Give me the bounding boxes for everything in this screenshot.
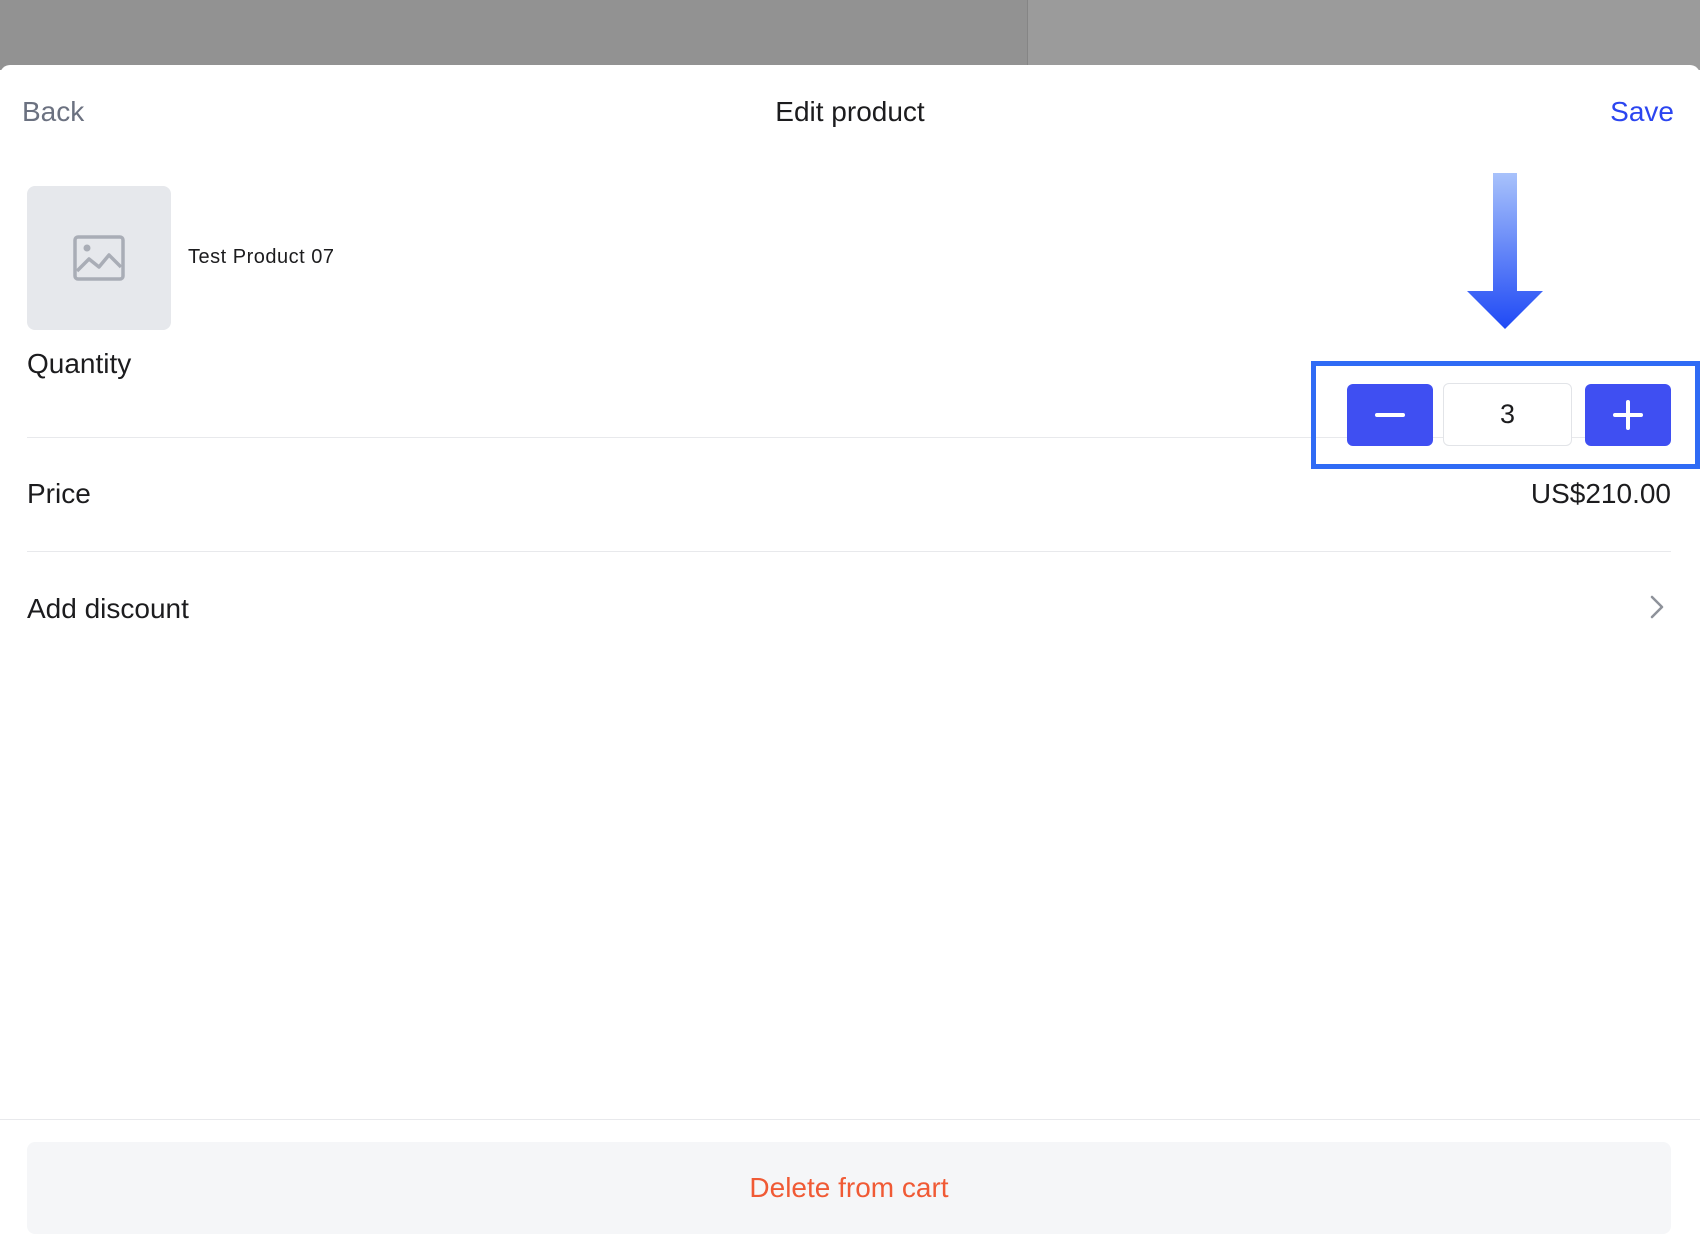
- increment-button[interactable]: [1585, 384, 1671, 446]
- price-row: Price US$210.00: [27, 438, 1671, 552]
- chevron-right-icon: [1650, 595, 1664, 619]
- save-button[interactable]: Save: [1610, 96, 1674, 128]
- minus-icon: [1375, 413, 1405, 417]
- delete-from-cart-label: Delete from cart: [749, 1172, 949, 1203]
- image-placeholder-icon: [73, 235, 125, 281]
- nav-bar: Back Edit product Save: [0, 65, 1700, 157]
- edit-product-sheet: Back Edit product Save Test Product 07 Q…: [0, 65, 1700, 1234]
- plus-icon: [1613, 400, 1643, 430]
- add-discount-row[interactable]: Add discount: [27, 552, 1671, 668]
- add-discount-label: Add discount: [27, 593, 189, 624]
- page-title: Edit product: [775, 96, 925, 127]
- delete-from-cart-button[interactable]: Delete from cart: [27, 1142, 1671, 1234]
- background-overlay-right: [1027, 0, 1700, 70]
- product-name: Test Product 07: [188, 246, 335, 268]
- footer-divider: [0, 1119, 1700, 1120]
- quantity-input[interactable]: [1443, 383, 1572, 446]
- price-value: US$210.00: [1530, 478, 1671, 509]
- back-button[interactable]: Back: [22, 96, 84, 128]
- quantity-label: Quantity: [27, 348, 132, 379]
- price-label: Price: [27, 478, 91, 509]
- decrement-button[interactable]: [1347, 384, 1433, 446]
